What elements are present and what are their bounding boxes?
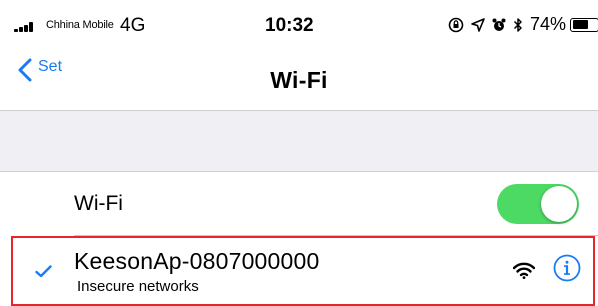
carrier-name: Chhina Mobile	[46, 19, 114, 31]
wifi-toggle-row: Wi-Fi	[0, 172, 598, 236]
battery-percent: 74%	[530, 14, 567, 34]
lock-rotation-icon	[448, 17, 464, 32]
section-spacer	[0, 111, 598, 172]
toggle-knob	[541, 186, 577, 222]
info-icon[interactable]	[553, 254, 581, 282]
network-security-status: Insecure networks	[77, 278, 199, 295]
location-icon	[471, 17, 485, 32]
network-type: 4G	[120, 15, 146, 36]
wifi-signal-icon	[513, 262, 535, 279]
alarm-icon	[492, 18, 506, 31]
navigation-bar: Set Wi-Fi	[0, 46, 598, 111]
battery-icon	[570, 17, 598, 32]
status-bar: Chhina Mobile 4G 10:32 74%	[0, 0, 598, 46]
wifi-toggle-switch[interactable]	[497, 184, 579, 224]
bluetooth-icon	[513, 17, 522, 32]
network-name: KeesonAp-0807000000	[74, 248, 320, 274]
page-title: Wi-Fi	[270, 67, 328, 93]
network-row[interactable]: KeesonAp-0807000000 Insecure networks	[11, 236, 595, 306]
battery-level	[572, 20, 589, 29]
signal-icon	[14, 22, 40, 32]
status-icons: 74%	[448, 14, 598, 35]
clock: 10:32	[265, 15, 314, 36]
wifi-toggle-label: Wi-Fi	[74, 192, 123, 215]
checkmark-icon	[35, 265, 52, 278]
